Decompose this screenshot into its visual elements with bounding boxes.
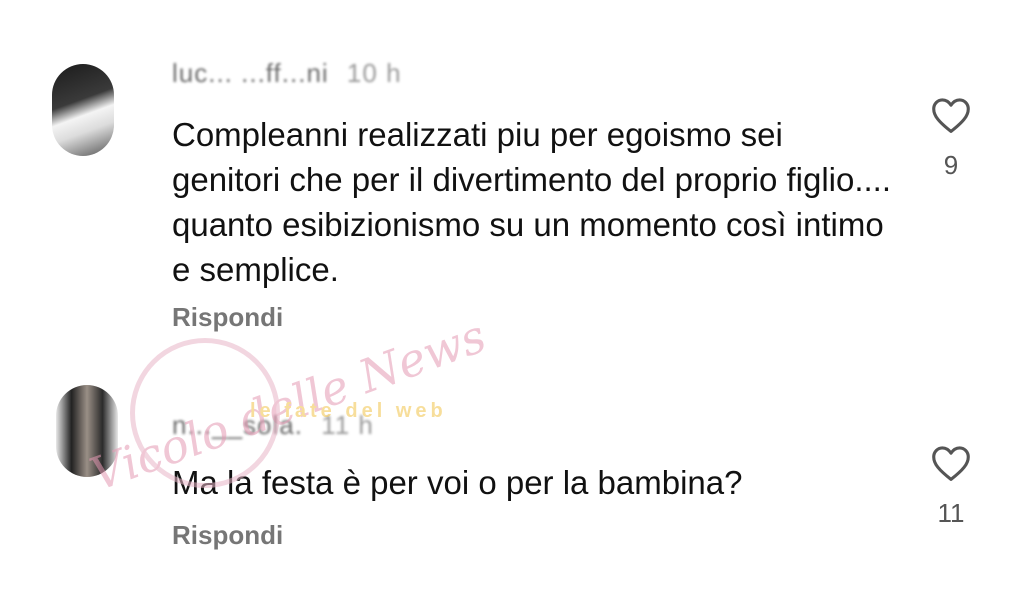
heart-icon[interactable]: [930, 96, 972, 134]
comment-1: luc... ...ff...ni 10 h Compleanni realiz…: [0, 0, 1024, 340]
like-count: 9: [943, 150, 959, 180]
reply-button[interactable]: Rispondi: [172, 520, 283, 551]
comment-header: luc... ...ff...ni 10 h: [172, 58, 402, 89]
username[interactable]: luc... ...ff...ni: [172, 58, 329, 88]
timestamp: 11 h: [321, 410, 374, 440]
comment-header: n...__sola. 11 h: [172, 410, 374, 441]
comment-2: n...__sola. 11 h Ma la festa è per voi o…: [0, 340, 1024, 607]
username[interactable]: n...__sola.: [172, 410, 303, 440]
like-button[interactable]: 11: [928, 444, 974, 529]
avatar[interactable]: [52, 64, 114, 156]
like-count: 11: [937, 498, 965, 528]
like-button[interactable]: 9: [928, 96, 974, 181]
reply-button[interactable]: Rispondi: [172, 302, 283, 333]
avatar[interactable]: [56, 385, 118, 477]
comment-text: Ma la festa è per voi o per la bambina?: [172, 464, 743, 501]
heart-icon[interactable]: [930, 444, 972, 482]
comment-text: Compleanni realizzati piu per egoismo se…: [172, 116, 892, 288]
timestamp: 10 h: [346, 58, 402, 88]
